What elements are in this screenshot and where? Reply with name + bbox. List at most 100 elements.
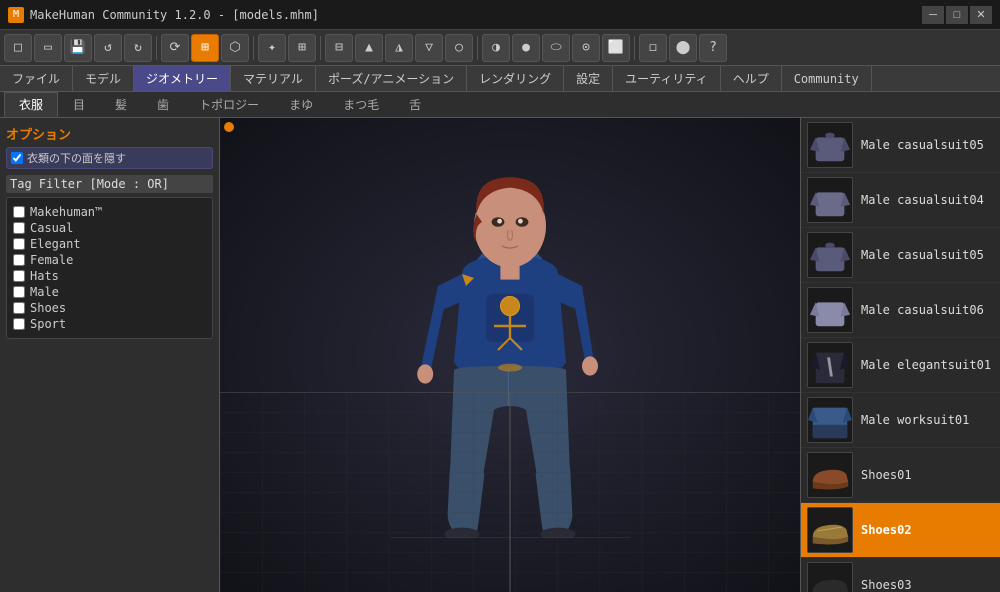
tag-checkbox-male[interactable] [13, 286, 25, 298]
face-tool-button[interactable]: ○ [445, 34, 473, 62]
menu-render[interactable]: レンダリング [467, 66, 564, 91]
smooth-tool-button[interactable]: ✦ [258, 34, 286, 62]
save-tool-button[interactable]: 💾 [64, 34, 92, 62]
hide-faces-checkbox[interactable] [11, 152, 23, 164]
body2-tool-button[interactable]: ▽ [415, 34, 443, 62]
wire-tool-button[interactable]: ⬡ [221, 34, 249, 62]
tag-label-male: Male [30, 285, 59, 299]
subdivide-tool-button[interactable]: ⊟ [325, 34, 353, 62]
sphere-tool-button[interactable]: ◑ [482, 34, 510, 62]
pose-tool-button[interactable]: ⟳ [161, 34, 189, 62]
cube-tool-button[interactable]: ⬜ [602, 34, 630, 62]
tag-checkbox-elegant[interactable] [13, 238, 25, 250]
hide-faces-option[interactable]: 衣類の下の面を隠す [6, 147, 213, 169]
cylinder-tool-button[interactable]: ⬭ [542, 34, 570, 62]
viewport[interactable] [220, 118, 800, 592]
viewport-inner [220, 118, 800, 592]
menu-community[interactable]: Community [782, 66, 872, 91]
grid-tool-button[interactable]: ⊞ [288, 34, 316, 62]
tag-filter-male[interactable]: Male [13, 284, 206, 300]
menu-material[interactable]: マテリアル [231, 66, 316, 91]
tag-label-sport: Sport [30, 317, 66, 331]
plane-tool-button[interactable]: ◻ [639, 34, 667, 62]
tag-filter-shoes[interactable]: Shoes [13, 300, 206, 316]
body-tool-button[interactable]: ▲ [355, 34, 383, 62]
tab-目[interactable]: 目 [58, 92, 100, 117]
clothing-thumb-1 [807, 177, 853, 223]
menu-file[interactable]: ファイル [0, 66, 73, 91]
clothing-item-1[interactable]: Male casualsuit04 [801, 173, 1000, 228]
clothing-item-7[interactable]: Shoes02 [801, 503, 1000, 558]
tab-トポロジー[interactable]: トポロジー [184, 92, 274, 117]
hide-faces-label: 衣類の下の面を隠す [27, 150, 126, 166]
menu-help[interactable]: ヘルプ [721, 66, 782, 91]
redo-tool-button[interactable]: ↻ [124, 34, 152, 62]
clothing-item-5[interactable]: Male worksuit01 [801, 393, 1000, 448]
tab-衣服[interactable]: 衣服 [4, 92, 58, 117]
tag-filter-hats[interactable]: Hats [13, 268, 206, 284]
clothing-item-8[interactable]: Shoes03 [801, 558, 1000, 592]
tab-歯[interactable]: 歯 [142, 92, 184, 117]
clothing-label-1: Male casualsuit04 [861, 193, 984, 207]
tab-まつ毛[interactable]: まつ毛 [328, 92, 394, 117]
toolbar-separator [477, 36, 478, 60]
clothing-active-tool-button[interactable]: ⊞ [191, 34, 219, 62]
maximize-button[interactable]: □ [946, 6, 968, 24]
clothing-label-4: Male elegantsuit01 [861, 358, 991, 372]
tag-filter-sport[interactable]: Sport [13, 316, 206, 332]
tag-checkbox-sport[interactable] [13, 318, 25, 330]
tag-checkbox-shoes[interactable] [13, 302, 25, 314]
clothing-item-2[interactable]: Male casualsuit05 [801, 228, 1000, 283]
tag-label-makehuman™: Makehuman™ [30, 205, 102, 219]
open-tool-button[interactable]: ▭ [34, 34, 62, 62]
clothing-thumb-7 [807, 507, 853, 553]
clothing-label-2: Male casualsuit05 [861, 248, 984, 262]
tag-filter-section: Makehuman™CasualElegantFemaleHatsMale Sho… [6, 197, 213, 339]
tag-checkbox-makehuman™[interactable] [13, 206, 25, 218]
minimize-button[interactable]: ─ [922, 6, 944, 24]
torus-tool-button[interactable]: ⊙ [572, 34, 600, 62]
tag-filter-makehuman™[interactable]: Makehuman™ [13, 204, 206, 220]
camera-tool-button[interactable]: ⬤ [669, 34, 697, 62]
tag-filter-elegant[interactable]: Elegant [13, 236, 206, 252]
clothing-label-7: Shoes02 [861, 523, 912, 537]
sphere2-tool-button[interactable]: ● [512, 34, 540, 62]
options-title: オプション [6, 124, 213, 143]
new-tool-button[interactable]: □ [4, 34, 32, 62]
menu-pose[interactable]: ポーズ/アニメーション [316, 66, 467, 91]
clothing-item-3[interactable]: Male casualsuit06 [801, 283, 1000, 338]
clothing-item-0[interactable]: Male casualsuit05 [801, 118, 1000, 173]
toolbar-separator [253, 36, 254, 60]
clothing-item-6[interactable]: Shoes01 [801, 448, 1000, 503]
clothing-label-8: Shoes03 [861, 578, 912, 592]
clothing-item-4[interactable]: Male elegantsuit01 [801, 338, 1000, 393]
grid-floor [220, 392, 800, 592]
hair-tool-button[interactable]: ◮ [385, 34, 413, 62]
undo-tool-button[interactable]: ↺ [94, 34, 122, 62]
tab-舌[interactable]: 舌 [394, 92, 436, 117]
clothing-thumb-6 [807, 452, 853, 498]
clothing-thumb-4 [807, 342, 853, 388]
tag-label-shoes: Shoes [30, 301, 66, 315]
tab-まゆ[interactable]: まゆ [274, 92, 328, 117]
tab-髪[interactable]: 髪 [100, 92, 142, 117]
menu-geometry[interactable]: ジオメトリー [134, 66, 231, 91]
tag-label-elegant: Elegant [30, 237, 81, 251]
close-button[interactable]: ✕ [970, 6, 992, 24]
clothing-label-5: Male worksuit01 [861, 413, 969, 427]
help-tool-button[interactable]: ? [699, 34, 727, 62]
tag-filter-casual[interactable]: Casual [13, 220, 206, 236]
menu-settings[interactable]: 設定 [564, 66, 613, 91]
clothing-label-3: Male casualsuit06 [861, 303, 984, 317]
clothing-thumb-0 [807, 122, 853, 168]
menu-model[interactable]: モデル [73, 66, 134, 91]
clothing-thumb-8 [807, 562, 853, 592]
tag-filter-female[interactable]: Female [13, 252, 206, 268]
tag-checkbox-casual[interactable] [13, 222, 25, 234]
tag-checkbox-female[interactable] [13, 254, 25, 266]
tabbar: 衣服目髪歯トポロジーまゆまつ毛舌 [0, 92, 1000, 118]
menu-utility[interactable]: ユーティリティ [613, 66, 721, 91]
toolbar: □▭💾↺↻⟳⊞⬡✦⊞⊟▲◮▽○◑●⬭⊙⬜◻⬤? [0, 30, 1000, 66]
tag-checkbox-hats[interactable] [13, 270, 25, 282]
clothing-thumb-5 [807, 397, 853, 443]
